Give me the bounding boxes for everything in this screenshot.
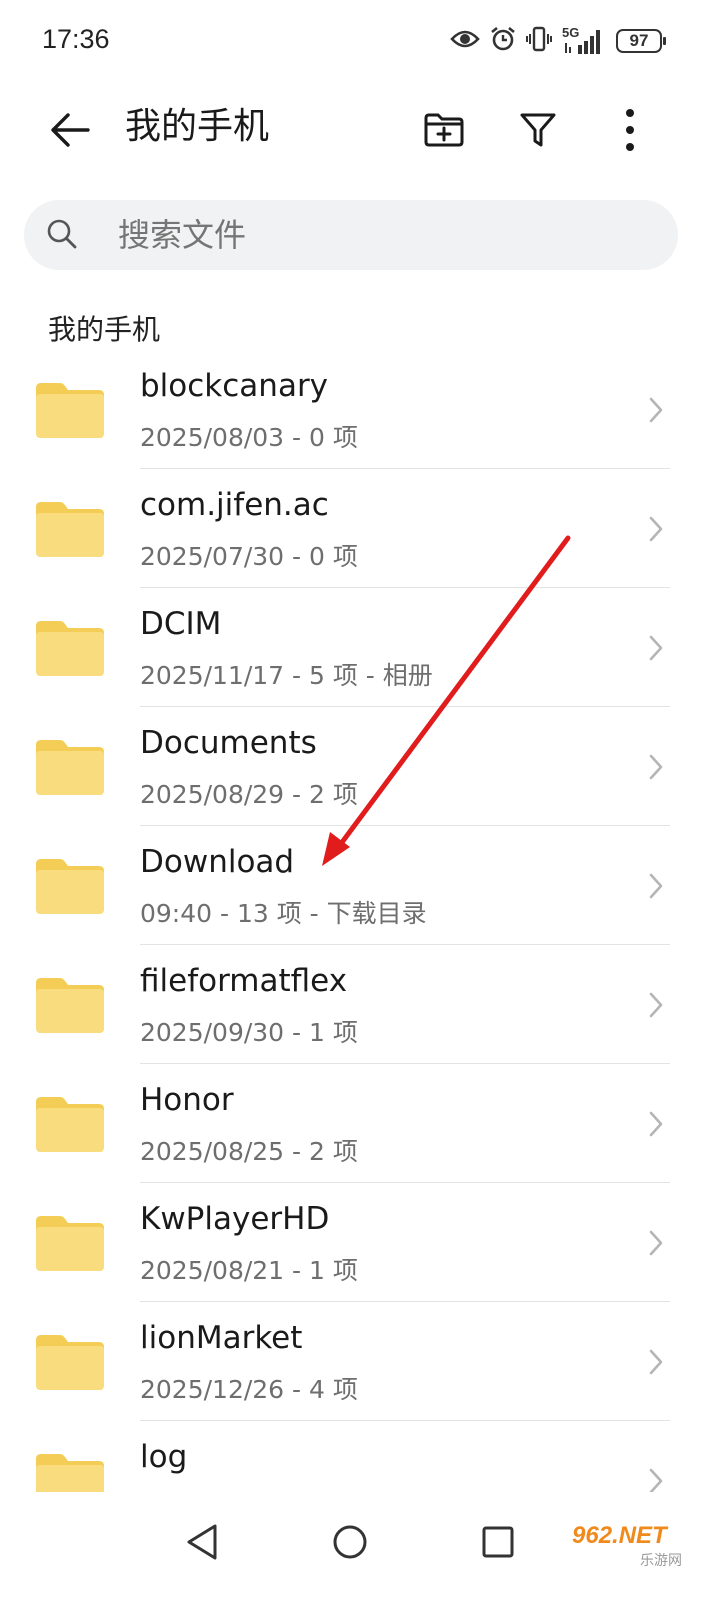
list-item[interactable]: Download 09:40 - 13 项 - 下载目录 — [0, 826, 720, 945]
file-list: blockcanary 2025/08/03 - 0 项 com.jifen.a… — [0, 350, 720, 1492]
list-item[interactable]: DCIM 2025/11/17 - 5 项 - 相册 — [0, 588, 720, 707]
file-name: fileformatflex — [140, 963, 348, 999]
list-item[interactable]: Documents 2025/08/29 - 2 项 — [0, 707, 720, 826]
nav-back-button[interactable] — [170, 1510, 234, 1574]
home-circle-icon — [333, 1525, 367, 1559]
filter-icon — [520, 113, 556, 147]
watermark-line1: 962.NET — [572, 1522, 667, 1549]
section-title: 我的手机 — [48, 313, 161, 346]
nav-home-button[interactable] — [318, 1510, 382, 1574]
file-name: DCIM — [140, 606, 222, 642]
folder-icon — [36, 621, 104, 676]
folder-icon — [36, 1097, 104, 1152]
back-arrow-icon — [51, 113, 90, 147]
file-name: blockcanary — [140, 368, 329, 404]
search-input[interactable] — [118, 200, 638, 270]
file-meta: 2025/11/17 - 5 项 - 相册 — [140, 661, 433, 690]
file-meta: 2025/08/25 - 2 项 — [140, 1137, 358, 1166]
folder-icon — [36, 1335, 104, 1390]
chevron-right-icon — [649, 873, 663, 899]
folder-icon — [36, 502, 104, 557]
file-name: Documents — [140, 725, 317, 761]
file-name: com.jifen.ac — [140, 487, 329, 523]
file-name: Honor — [140, 1082, 234, 1118]
watermark-line2: 乐游网 — [640, 1553, 682, 1569]
new-folder-button[interactable] — [418, 104, 470, 156]
folder-icon — [36, 859, 104, 914]
list-item[interactable]: Honor 2025/08/25 - 2 项 — [0, 1064, 720, 1183]
file-meta: 2025/08/03 - 0 项 — [140, 423, 358, 452]
recents-square-icon — [482, 1526, 514, 1558]
battery-icon: 97 — [616, 29, 666, 53]
file-meta: 2025/08/21 - 1 项 — [140, 1256, 358, 1285]
list-item[interactable]: log — [0, 1421, 720, 1492]
folder-icon — [36, 1454, 104, 1492]
file-meta: 2025/07/30 - 0 项 — [140, 542, 358, 571]
search-box[interactable] — [24, 200, 678, 270]
chevron-right-icon — [649, 992, 663, 1018]
file-name: KwPlayerHD — [140, 1201, 330, 1237]
file-meta: 2025/08/29 - 2 项 — [140, 780, 358, 809]
list-item[interactable]: lionMarket 2025/12/26 - 4 项 — [0, 1302, 720, 1421]
signal-5g-icon: 5G — [562, 25, 606, 55]
file-meta: 09:40 - 13 项 - 下载目录 — [140, 899, 427, 928]
folder-icon — [36, 978, 104, 1033]
chevron-right-icon — [649, 1468, 663, 1492]
list-item[interactable]: com.jifen.ac 2025/07/30 - 0 项 — [0, 469, 720, 588]
more-vert-icon — [626, 109, 634, 151]
search-icon — [46, 218, 78, 254]
file-meta: 2025/12/26 - 4 项 — [140, 1375, 358, 1404]
page-title: 我的手机 — [125, 106, 270, 147]
back-button[interactable] — [44, 104, 96, 156]
chevron-right-icon — [649, 635, 663, 661]
alarm-icon — [490, 26, 516, 56]
eye-icon — [450, 28, 480, 54]
file-name: Download — [140, 844, 295, 880]
nav-recents-button[interactable] — [466, 1510, 530, 1574]
chevron-right-icon — [649, 1349, 663, 1375]
file-name: log — [140, 1439, 188, 1475]
more-options-button[interactable] — [604, 104, 656, 156]
watermark-logo: 962.NET 乐游网 — [566, 1522, 706, 1570]
file-meta: 2025/09/30 - 1 项 — [140, 1018, 358, 1047]
list-item[interactable]: KwPlayerHD 2025/08/21 - 1 项 — [0, 1183, 720, 1302]
chevron-right-icon — [649, 397, 663, 423]
new-folder-icon — [424, 113, 464, 147]
chevron-right-icon — [649, 754, 663, 780]
list-item[interactable]: blockcanary 2025/08/03 - 0 项 — [0, 350, 720, 469]
status-icons: 5G 97 — [450, 25, 666, 56]
status-bar: 17:36 5G 97 — [0, 0, 720, 84]
app-bar: 我的手机 — [0, 84, 720, 174]
list-item[interactable]: fileformatflex 2025/09/30 - 1 项 — [0, 945, 720, 1064]
folder-icon — [36, 1216, 104, 1271]
filter-button[interactable] — [512, 104, 564, 156]
status-time: 17:36 — [42, 24, 110, 54]
chevron-right-icon — [649, 1230, 663, 1256]
folder-icon — [36, 383, 104, 438]
file-name: lionMarket — [140, 1320, 303, 1356]
chevron-right-icon — [649, 516, 663, 542]
folder-icon — [36, 740, 104, 795]
chevron-right-icon — [649, 1111, 663, 1137]
back-triangle-icon — [187, 1524, 217, 1560]
vibrate-icon — [526, 26, 552, 56]
